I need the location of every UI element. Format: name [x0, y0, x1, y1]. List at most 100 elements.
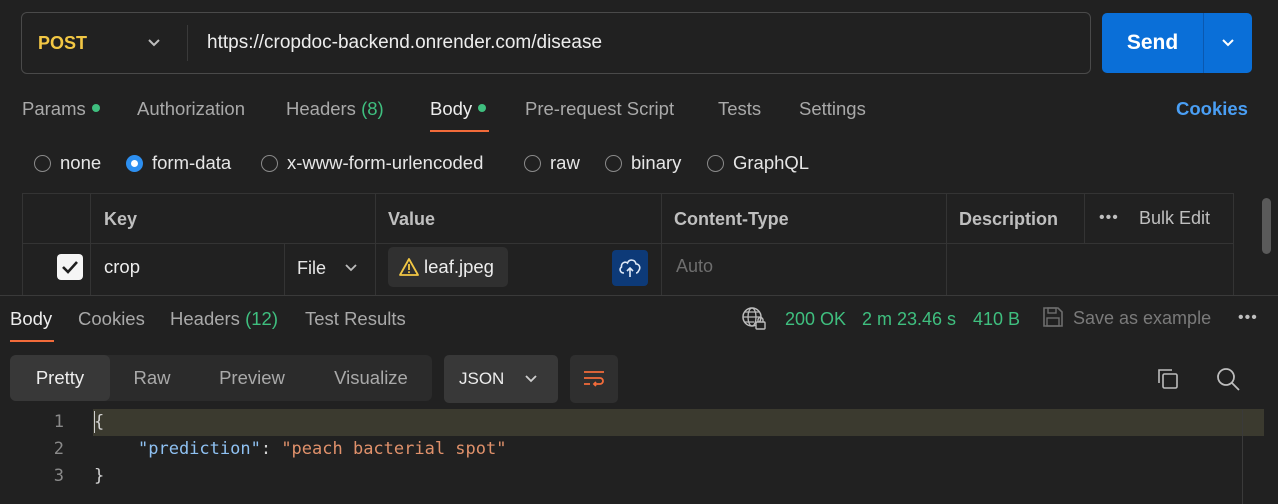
params-indicator-dot	[91, 104, 100, 112]
code-open-brace[interactable]: {	[94, 409, 104, 436]
radio-graphql[interactable]: GraphQL	[707, 150, 809, 176]
response-tab-cookies[interactable]: Cookies	[78, 306, 145, 332]
request-url-bar: POST https://cropdoc-backend.onrender.co…	[21, 12, 1091, 74]
send-divider	[1203, 13, 1204, 73]
radio-raw[interactable]: raw	[524, 150, 580, 176]
radio-label: binary	[631, 152, 682, 173]
chevron-down-icon[interactable]	[1218, 33, 1238, 53]
tab-headers-label: Headers	[286, 98, 356, 119]
radio-label: none	[60, 152, 102, 173]
json-key: "prediction"	[138, 439, 261, 459]
view-pretty-button[interactable]: Pretty	[10, 355, 110, 401]
bulk-edit-button[interactable]: Bulk Edit	[1139, 206, 1210, 230]
send-label[interactable]: Send	[1102, 13, 1203, 73]
line-number: 3	[53, 466, 64, 486]
more-icon[interactable]: •••	[1099, 206, 1119, 230]
status-code[interactable]: 200 OK	[785, 306, 846, 332]
radio-circle[interactable]	[605, 154, 622, 172]
view-preview-button[interactable]: Preview	[194, 355, 310, 401]
warning-icon	[399, 258, 419, 276]
tab-prerequest-script[interactable]: Pre-request Script	[525, 96, 674, 122]
send-button[interactable]: Send	[1102, 13, 1252, 73]
save-icon	[1043, 307, 1063, 327]
headers-count: (8)	[361, 98, 384, 119]
chevron-down-icon[interactable]	[342, 259, 360, 277]
method-select[interactable]: POST	[38, 13, 87, 73]
radio-binary[interactable]: binary	[605, 150, 681, 176]
view-raw-button[interactable]: Raw	[110, 355, 194, 401]
radio-label: x-www-form-urlencoded	[287, 152, 484, 173]
key-type-select[interactable]: File	[297, 256, 326, 280]
view-visualize-button[interactable]: Visualize	[310, 355, 432, 401]
table-divider	[1084, 194, 1085, 243]
format-label: JSON	[459, 369, 505, 388]
tab-headers[interactable]: Headers (8)	[286, 96, 384, 122]
url-input[interactable]: https://cropdoc-backend.onrender.com/dis…	[207, 13, 602, 73]
copy-icon[interactable]	[1155, 366, 1181, 392]
radio-label: GraphQL	[733, 152, 810, 173]
chevron-down-icon	[525, 375, 537, 383]
code-close-brace[interactable]: }	[94, 463, 104, 490]
checkbox-checked-icon[interactable]	[57, 254, 83, 280]
chevron-down-icon[interactable]	[144, 33, 164, 53]
row-key-cell[interactable]: crop	[104, 255, 140, 279]
search-icon[interactable]	[1215, 366, 1241, 392]
cookies-link[interactable]: Cookies	[1176, 96, 1248, 122]
radio-circle[interactable]	[261, 154, 278, 172]
tab-params-label: Params	[22, 98, 86, 119]
radio-label: form-data	[152, 152, 232, 173]
active-tab-underline	[430, 130, 489, 132]
tab-body-label: Body	[430, 98, 473, 119]
more-icon[interactable]: •••	[1238, 305, 1258, 331]
file-name: leaf.jpeg	[424, 256, 494, 277]
column-header-content-type: Content-Type	[674, 209, 789, 229]
tab-params[interactable]: Params	[22, 96, 100, 122]
column-header-value: Value	[388, 209, 436, 229]
tab-body[interactable]: Body	[430, 96, 487, 122]
url-divider	[187, 25, 188, 61]
save-as-example-button[interactable]: Save as example	[1073, 305, 1211, 331]
radio-circle[interactable]	[34, 154, 51, 172]
response-tab-headers[interactable]: Headers (12)	[170, 306, 278, 332]
response-active-underline	[10, 340, 54, 342]
file-chip[interactable]: leaf.jpeg	[388, 247, 508, 287]
tab-authorization[interactable]: Authorization	[137, 96, 245, 122]
tab-settings[interactable]: Settings	[799, 96, 866, 122]
table-divider	[375, 194, 376, 295]
wrap-lines-icon[interactable]	[570, 355, 618, 403]
table-divider	[946, 194, 947, 295]
highlighted-line	[93, 409, 1264, 436]
table-divider	[661, 194, 662, 295]
response-size[interactable]: 410 B	[973, 306, 1020, 332]
response-tab-body[interactable]: Body	[10, 306, 52, 332]
table-row-divider	[23, 243, 1234, 244]
line-number: 1	[53, 412, 64, 432]
response-tab-headers-label: Headers	[170, 308, 240, 329]
radio-none[interactable]: none	[34, 150, 101, 176]
format-select[interactable]: JSON	[444, 355, 558, 403]
table-scrollbar[interactable]	[1262, 198, 1271, 254]
tab-tests[interactable]: Tests	[718, 96, 761, 122]
content-type-input[interactable]: Auto	[676, 254, 713, 278]
radio-circle-selected[interactable]	[126, 154, 143, 172]
radio-label: raw	[550, 152, 580, 173]
json-value: "peach bacterial spot"	[281, 439, 507, 459]
radio-circle[interactable]	[707, 154, 724, 172]
radio-form-data[interactable]: form-data	[126, 150, 231, 176]
radio-circle[interactable]	[524, 154, 541, 172]
table-divider	[284, 243, 285, 295]
body-indicator-dot	[478, 104, 487, 112]
pane-splitter[interactable]	[0, 295, 1278, 296]
code-json-line[interactable]: "prediction": "peach bacterial spot"	[138, 436, 506, 463]
table-divider	[90, 194, 91, 295]
response-time[interactable]: 2 m 23.46 s	[862, 306, 956, 332]
line-number: 2	[53, 439, 64, 459]
cloud-upload-icon[interactable]	[612, 250, 648, 286]
column-header-key: Key	[104, 209, 138, 229]
radio-x-www-form-urlencoded[interactable]: x-www-form-urlencoded	[261, 150, 483, 176]
response-headers-count: (12)	[245, 308, 278, 329]
code-scroll-gutter	[1242, 410, 1243, 504]
globe-lock-icon[interactable]	[741, 306, 767, 332]
response-tab-test-results[interactable]: Test Results	[305, 306, 406, 332]
json-colon: :	[260, 439, 282, 459]
